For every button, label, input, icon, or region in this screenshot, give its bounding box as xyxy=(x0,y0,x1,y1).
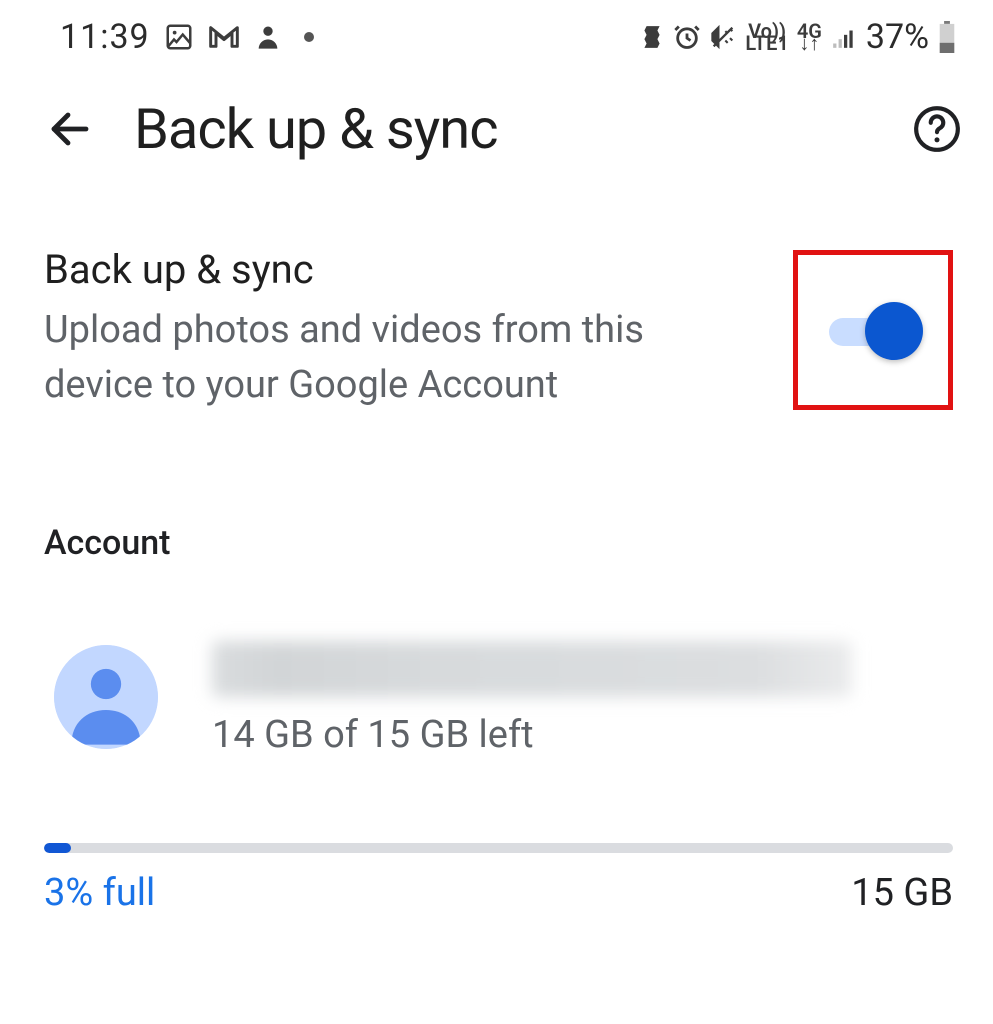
battery-icon xyxy=(937,21,957,53)
network-4g-icon: 4G ↓↑ xyxy=(797,25,822,49)
help-icon xyxy=(912,104,962,154)
signal-icon xyxy=(830,24,858,50)
storage-percent-full: 3% full xyxy=(44,871,155,915)
content: Back up & sync Upload photos and videos … xyxy=(0,186,993,915)
help-button[interactable] xyxy=(909,101,965,157)
person-icon xyxy=(54,645,158,749)
arrow-left-icon xyxy=(46,105,94,153)
backup-sync-title: Back up & sync xyxy=(44,246,763,293)
toggle-thumb xyxy=(865,302,923,360)
status-clock: 11:39 xyxy=(60,17,150,57)
backup-sync-text: Back up & sync Upload photos and videos … xyxy=(44,246,763,413)
backup-sync-row: Back up & sync Upload photos and videos … xyxy=(44,246,953,413)
dot-icon xyxy=(304,32,314,42)
account-info: 14 GB of 15 GB left xyxy=(212,637,953,757)
status-left: 11:39 xyxy=(60,17,314,57)
person-notification-icon xyxy=(254,22,282,52)
battery-percent: 37% xyxy=(866,17,929,57)
toggle-highlight-box xyxy=(793,250,953,410)
avatar xyxy=(54,645,158,749)
play-update-icon xyxy=(639,24,665,50)
gmail-icon xyxy=(208,22,240,52)
volte-icon: Vo)) LTE1 xyxy=(745,25,788,49)
storage-labels: 3% full 15 GB xyxy=(44,871,953,915)
backup-sync-description: Upload photos and videos from this devic… xyxy=(44,303,664,413)
vibrate-mute-icon xyxy=(709,23,737,51)
account-storage-text: 14 GB of 15 GB left xyxy=(212,713,953,757)
account-email-redacted xyxy=(212,641,852,697)
back-button[interactable] xyxy=(42,101,98,157)
backup-sync-toggle[interactable] xyxy=(829,302,917,358)
account-row[interactable]: 14 GB of 15 GB left xyxy=(44,637,953,757)
storage-progress-bar xyxy=(44,843,953,853)
image-icon xyxy=(164,22,194,52)
status-bar: 11:39 Vo)) LTE1 4G ↓↑ xyxy=(0,0,993,72)
alarm-icon xyxy=(673,23,701,51)
status-right: Vo)) LTE1 4G ↓↑ 37% xyxy=(639,17,957,57)
page-title: Back up & sync xyxy=(134,96,873,162)
storage-progress-fill xyxy=(44,843,71,853)
storage-usage: 3% full 15 GB xyxy=(44,843,953,915)
header: Back up & sync xyxy=(0,72,993,186)
storage-total: 15 GB xyxy=(851,871,953,915)
account-section-label: Account xyxy=(44,523,953,563)
